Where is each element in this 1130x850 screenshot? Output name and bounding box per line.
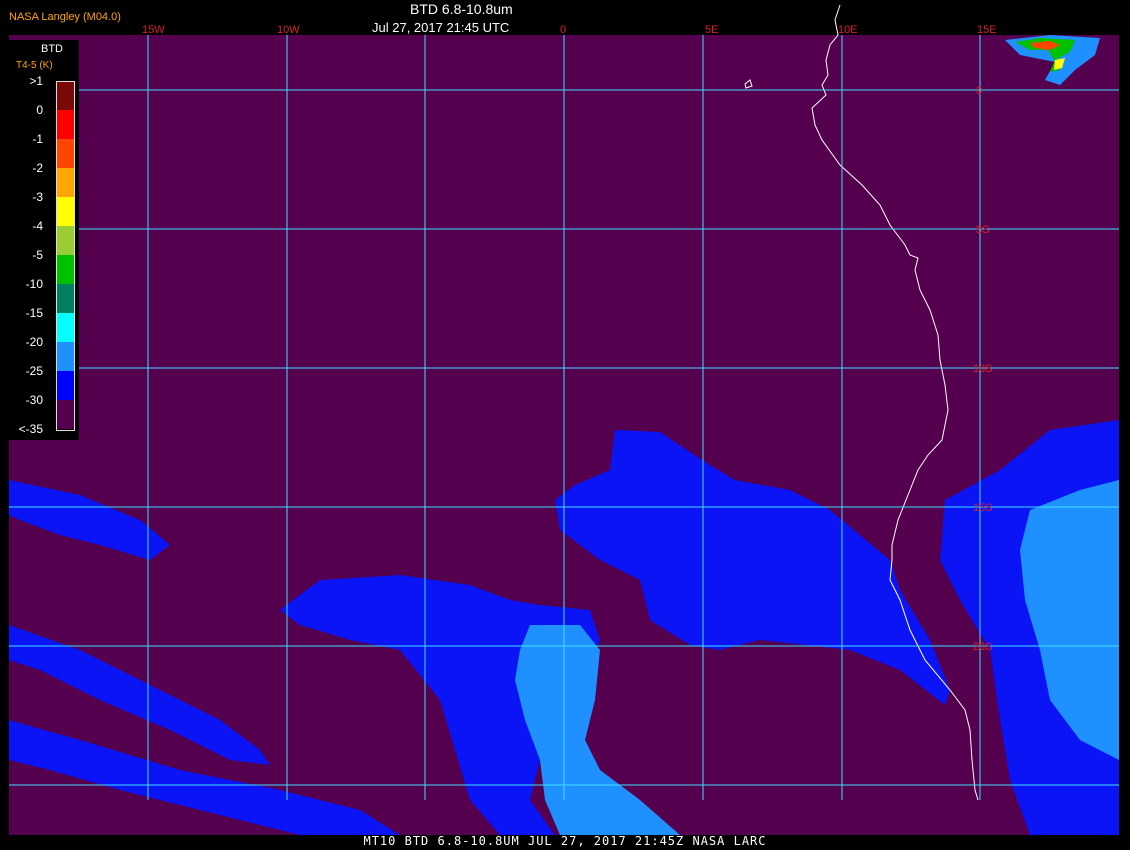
legend-label: -10 [25,277,43,291]
legend-label: -25 [25,364,43,378]
legend-label: <-35 [18,422,43,436]
legend-label: -30 [25,393,43,407]
legend-label: >1 [29,74,43,88]
lon-label-15w: 15W [142,24,165,36]
legend-units: T4-5 (K) [16,60,53,71]
legend-label: -2 [32,161,43,175]
lon-label-10e: 10E [838,24,858,36]
legend-label: 0 [36,103,43,117]
lat-label-5s: 5S [976,224,989,236]
lat-label-15s: 15S [973,502,993,514]
legend-swatch-frame [56,81,75,431]
lat-label-20s: 20S [973,641,993,653]
product-title: BTD 6.8-10.8um [410,1,513,17]
footer-caption: MT10 BTD 6.8-10.8UM JUL 27, 2017 21:45Z … [363,834,767,848]
legend-label: -5 [32,248,43,262]
lon-label-0: 0 [560,24,566,36]
lat-label-0: 0 [976,85,982,97]
organization-label: NASA Langley (M04.0) [9,11,121,23]
lon-label-5e: 5E [705,24,718,36]
timestamp: Jul 27, 2017 21:45 UTC [372,20,510,35]
legend-label: -3 [32,190,43,204]
lon-label-15e: 15E [977,24,997,36]
lat-label-10s: 10S [973,363,993,375]
lon-label-10w: 10W [277,24,300,36]
legend-label: -1 [32,132,43,146]
satellite-map: 15W 10W 0 5E 10E 15E 0 5S 10S 15S 20S [0,0,1130,850]
legend-label: -15 [25,306,43,320]
legend-label: -20 [25,335,43,349]
color-legend: BTD T4-5 (K) >1 0 -1 -2 -3 -4 -5 -10 -15 -20 -25 -3… [9,40,79,440]
legend-title: BTD [41,43,63,55]
legend-label: -4 [32,219,43,233]
